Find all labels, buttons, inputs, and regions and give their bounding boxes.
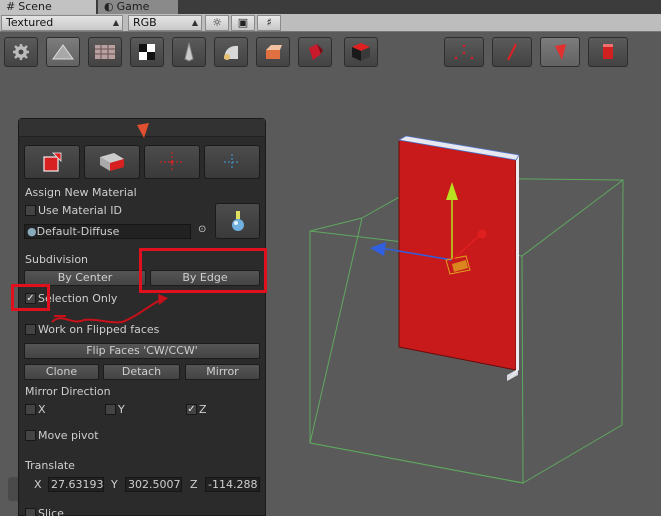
- annotation-arrow: [51, 294, 168, 324]
